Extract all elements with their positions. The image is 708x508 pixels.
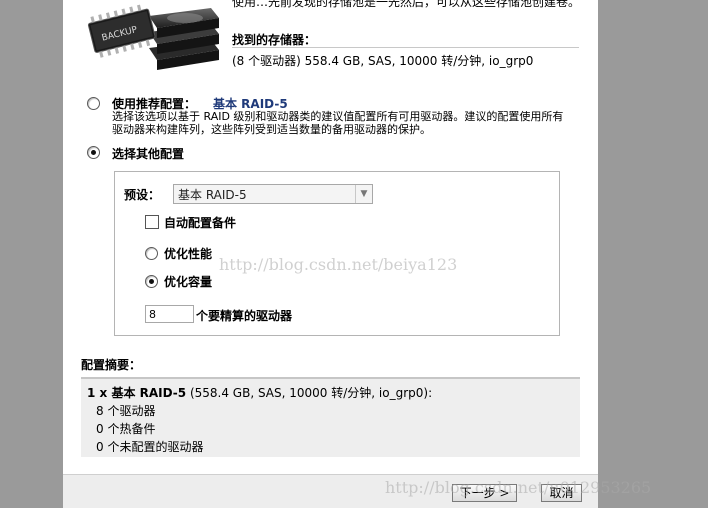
summary-unconfigured-count: 0 个未配置的驱动器 <box>96 440 204 454</box>
storage-drives-icon: BACKUP <box>87 4 219 70</box>
preset-select[interactable]: 基本 RAID-5 ▼ <box>173 184 373 204</box>
optimize-performance-radio[interactable] <box>145 247 158 260</box>
recommended-config-description: 选择该选项以基于 RAID 级别和驱动器类的建议值配置所有可用驱动器。建议的配置… <box>112 110 564 136</box>
divider <box>232 47 579 48</box>
found-storage-value: (8 个驱动器) 558.4 GB, SAS, 10000 转/分钟, io_g… <box>232 54 534 68</box>
other-config-panel: 预设： 基本 RAID-5 ▼ 自动配置备件 优化性能 优化容量 个要精算的驱动… <box>114 171 560 336</box>
recommended-config-radio[interactable] <box>87 97 100 110</box>
watermark-text-bottom: http://blog.csdn.net/u012953265 <box>385 478 652 497</box>
other-config-label[interactable]: 选择其他配置 <box>112 145 184 162</box>
optimize-capacity-label[interactable]: 优化容量 <box>164 273 212 290</box>
summary-main-rest: (558.4 GB, SAS, 10000 转/分钟, io_grp0): <box>186 386 433 400</box>
drive-count-input[interactable] <box>145 305 194 323</box>
summary-main-bold: 1 x 基本 RAID-5 <box>87 386 187 400</box>
preset-selected-value: 基本 RAID-5 <box>178 188 247 202</box>
summary-hot-spare-count: 0 个热备件 <box>96 422 156 436</box>
summary-drive-count: 8 个驱动器 <box>96 404 156 418</box>
create-storage-dialog: BACKUP 使用…先前发现的存储池是一先然后，可以从这些存储池创建卷。 找到的… <box>63 0 598 508</box>
optimize-capacity-radio[interactable] <box>145 275 158 288</box>
config-summary-label: 配置摘要： <box>81 358 142 372</box>
config-summary-box: 1 x 基本 RAID-5 (558.4 GB, SAS, 10000 转/分钟… <box>81 377 580 457</box>
other-config-radio[interactable] <box>87 146 100 159</box>
chevron-down-icon[interactable]: ▼ <box>355 185 372 203</box>
watermark-text: http://blog.csdn.net/beiya123 <box>219 255 458 274</box>
auto-spare-label[interactable]: 自动配置备件 <box>164 214 236 231</box>
summary-main-line: 1 x 基本 RAID-5 (558.4 GB, SAS, 10000 转/分钟… <box>87 384 432 401</box>
intro-text: 使用…先前发现的存储池是一先然后，可以从这些存储池创建卷。 <box>232 0 581 9</box>
drive-count-label: 个要精算的驱动器 <box>196 309 293 323</box>
optimize-performance-label[interactable]: 优化性能 <box>164 245 212 262</box>
auto-spare-checkbox[interactable] <box>145 215 159 229</box>
preset-label: 预设： <box>124 188 161 202</box>
found-storage-label: 找到的存储器： <box>232 33 317 47</box>
